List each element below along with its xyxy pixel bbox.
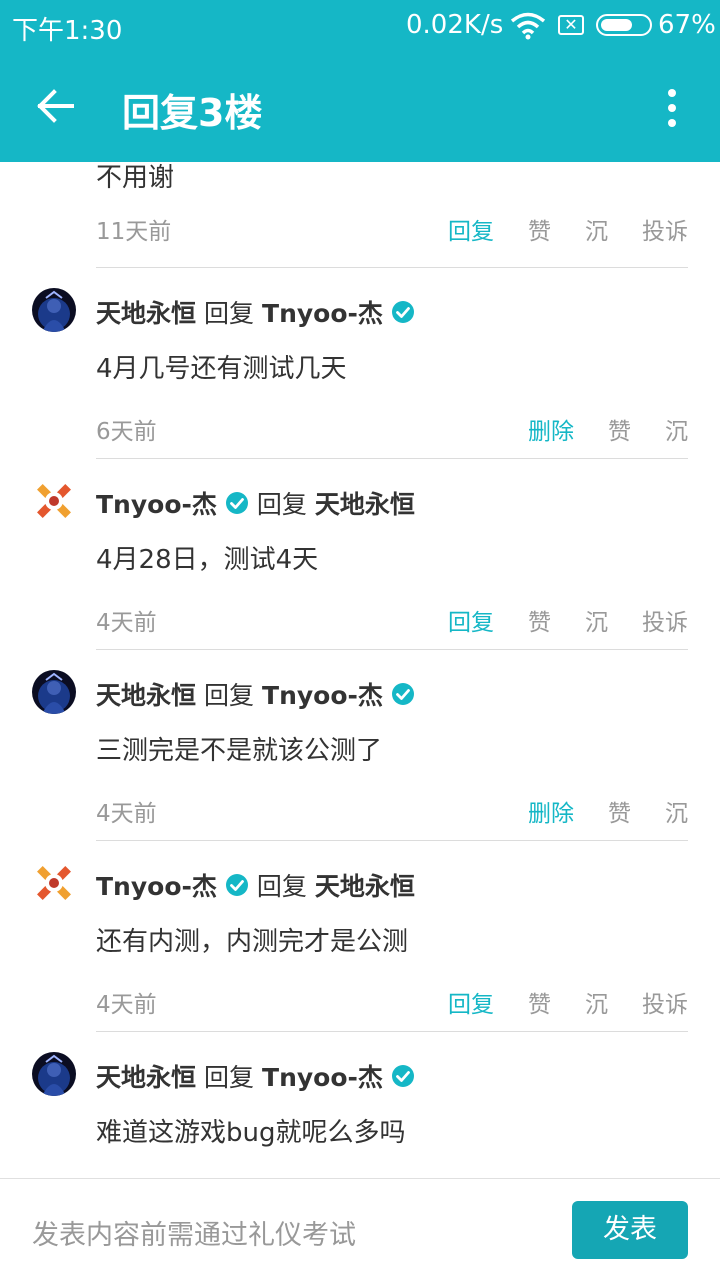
avatar[interactable] [32, 288, 76, 332]
report-button[interactable]: 投诉 [642, 212, 688, 246]
reply-target[interactable]: 天地永恒 [315, 867, 415, 903]
send-button[interactable]: 发表 [572, 1201, 688, 1259]
delete-button[interactable]: 删除 [528, 794, 574, 828]
comment-content: 4月28日，测试4天 [96, 545, 319, 575]
comment-meta: 4天前 删除赞沉 [96, 794, 688, 828]
reply-target[interactable]: Tnyoo-杰 [262, 1058, 383, 1094]
comment-content: 4月几号还有测试几天 [96, 354, 347, 384]
comment-content: 还有内测，内测完才是公测 [96, 927, 409, 957]
comment-author[interactable]: 天地永恒 [96, 1058, 196, 1094]
comment-meta: 4天前 回复赞沉投诉 [96, 603, 688, 637]
verified-badge-icon [225, 491, 249, 515]
report-button[interactable]: 投诉 [642, 603, 688, 637]
like-button[interactable]: 赞 [528, 985, 551, 1019]
comment-time: 6天前 [96, 419, 157, 445]
comment-header: 天地永恒 回复 Tnyoo-杰 [96, 1058, 415, 1094]
comment-header: 天地永恒 回复 Tnyoo-杰 [96, 294, 415, 330]
reply-word: 回复 [204, 299, 255, 328]
no-sim-icon: ✕ [558, 15, 584, 35]
sink-button[interactable]: 沉 [585, 603, 608, 637]
comment-item: 不用谢 11天前 回复 赞 沉 投诉 [0, 162, 720, 268]
comment-author[interactable]: Tnyoo-杰 [96, 485, 217, 521]
comment-meta: 6天前 删除赞沉 [96, 412, 688, 446]
composer: 发表内容前需通过礼仪考试 发表 [0, 1178, 720, 1280]
sink-button[interactable]: 沉 [665, 794, 688, 828]
report-button[interactable]: 投诉 [642, 985, 688, 1019]
reply-button[interactable]: 回复 [448, 212, 494, 246]
comment-author[interactable]: 天地永恒 [96, 294, 196, 330]
comment-item: Tnyoo-杰 回复 天地永恒 还有内测，内测完才是公测 4天前 回复赞沉投诉 [0, 841, 720, 1032]
more-vert-icon[interactable] [660, 88, 684, 128]
comment-time: 4天前 [96, 992, 157, 1018]
like-button[interactable]: 赞 [528, 603, 551, 637]
page-title: 回复3楼 [122, 91, 263, 135]
comment-time: 11天前 [96, 219, 172, 245]
comment-author[interactable]: 天地永恒 [96, 676, 196, 712]
like-button[interactable]: 赞 [608, 412, 631, 446]
comment-meta: 4天前 回复赞沉投诉 [96, 985, 688, 1019]
reply-button[interactable]: 回复 [448, 985, 494, 1019]
verified-badge-icon [391, 682, 415, 706]
battery-icon [596, 14, 652, 36]
comment-item: Tnyoo-杰 回复 天地永恒 4月28日，测试4天 4天前 回复赞沉投诉 [0, 459, 720, 650]
comment-meta: 11天前 回复 赞 沉 投诉 [96, 212, 688, 246]
avatar[interactable] [32, 861, 76, 905]
comment-time: 4天前 [96, 610, 157, 636]
comment-list[interactable]: 不用谢 11天前 回复 赞 沉 投诉 天地永恒 回复 Tnyoo-杰 4月几号还… [0, 162, 720, 1178]
sink-button[interactable]: 沉 [585, 985, 608, 1019]
comment-time: 4天前 [96, 801, 157, 827]
reply-word: 回复 [204, 1063, 255, 1092]
battery-percent: 67% [658, 10, 716, 40]
wifi-icon [510, 12, 546, 40]
battery-fill [601, 19, 632, 31]
comment-actions: 回复赞沉投诉 [414, 603, 688, 637]
reply-target[interactable]: 天地永恒 [315, 485, 415, 521]
app-bar: 回复3楼 [0, 52, 720, 162]
net-speed: 0.02K/s [406, 10, 504, 40]
sink-button[interactable]: 沉 [665, 412, 688, 446]
delete-button[interactable]: 删除 [528, 412, 574, 446]
reply-word: 回复 [204, 681, 255, 710]
verified-badge-icon [225, 873, 249, 897]
reply-target[interactable]: Tnyoo-杰 [262, 294, 383, 330]
comment-actions: 回复 赞 沉 投诉 [414, 212, 688, 246]
comment-item: 天地永恒 回复 Tnyoo-杰 难道这游戏bug就呢么多吗 4天前 删除赞沉 [0, 1032, 720, 1178]
like-button[interactable]: 赞 [528, 212, 551, 246]
comment-actions: 回复赞沉投诉 [414, 985, 688, 1019]
avatar[interactable] [32, 1052, 76, 1096]
comment-actions: 删除赞沉 [494, 794, 688, 828]
comment-content: 三测完是不是就该公测了 [96, 736, 383, 766]
comment-item: 天地永恒 回复 Tnyoo-杰 4月几号还有测试几天 6天前 删除赞沉 [0, 268, 720, 459]
avatar[interactable] [32, 479, 76, 523]
comment-input[interactable]: 发表内容前需通过礼仪考试 [32, 1213, 356, 1252]
comment-content: 不用谢 [96, 163, 175, 193]
comment-header: Tnyoo-杰 回复 天地永恒 [96, 867, 415, 903]
comment-header: 天地永恒 回复 Tnyoo-杰 [96, 676, 415, 712]
status-bar: 下午1:30 0.02K/s ✕ 67% [0, 0, 720, 52]
verified-badge-icon [391, 300, 415, 324]
avatar[interactable] [32, 670, 76, 714]
comment-content: 难道这游戏bug就呢么多吗 [96, 1118, 406, 1148]
comment-actions: 删除赞沉 [494, 412, 688, 446]
status-time: 下午1:30 [12, 16, 123, 46]
comment-item: 天地永恒 回复 Tnyoo-杰 三测完是不是就该公测了 4天前 删除赞沉 [0, 650, 720, 841]
reply-button[interactable]: 回复 [448, 603, 494, 637]
reply-word: 回复 [256, 872, 307, 901]
reply-word: 回复 [256, 490, 307, 519]
like-button[interactable]: 赞 [608, 794, 631, 828]
header: 下午1:30 0.02K/s ✕ 67% 回复3楼 [0, 0, 720, 162]
arrow-back-icon[interactable] [36, 88, 76, 124]
comment-author[interactable]: Tnyoo-杰 [96, 867, 217, 903]
sink-button[interactable]: 沉 [585, 212, 608, 246]
reply-target[interactable]: Tnyoo-杰 [262, 676, 383, 712]
comment-header: Tnyoo-杰 回复 天地永恒 [96, 485, 415, 521]
verified-badge-icon [391, 1064, 415, 1088]
